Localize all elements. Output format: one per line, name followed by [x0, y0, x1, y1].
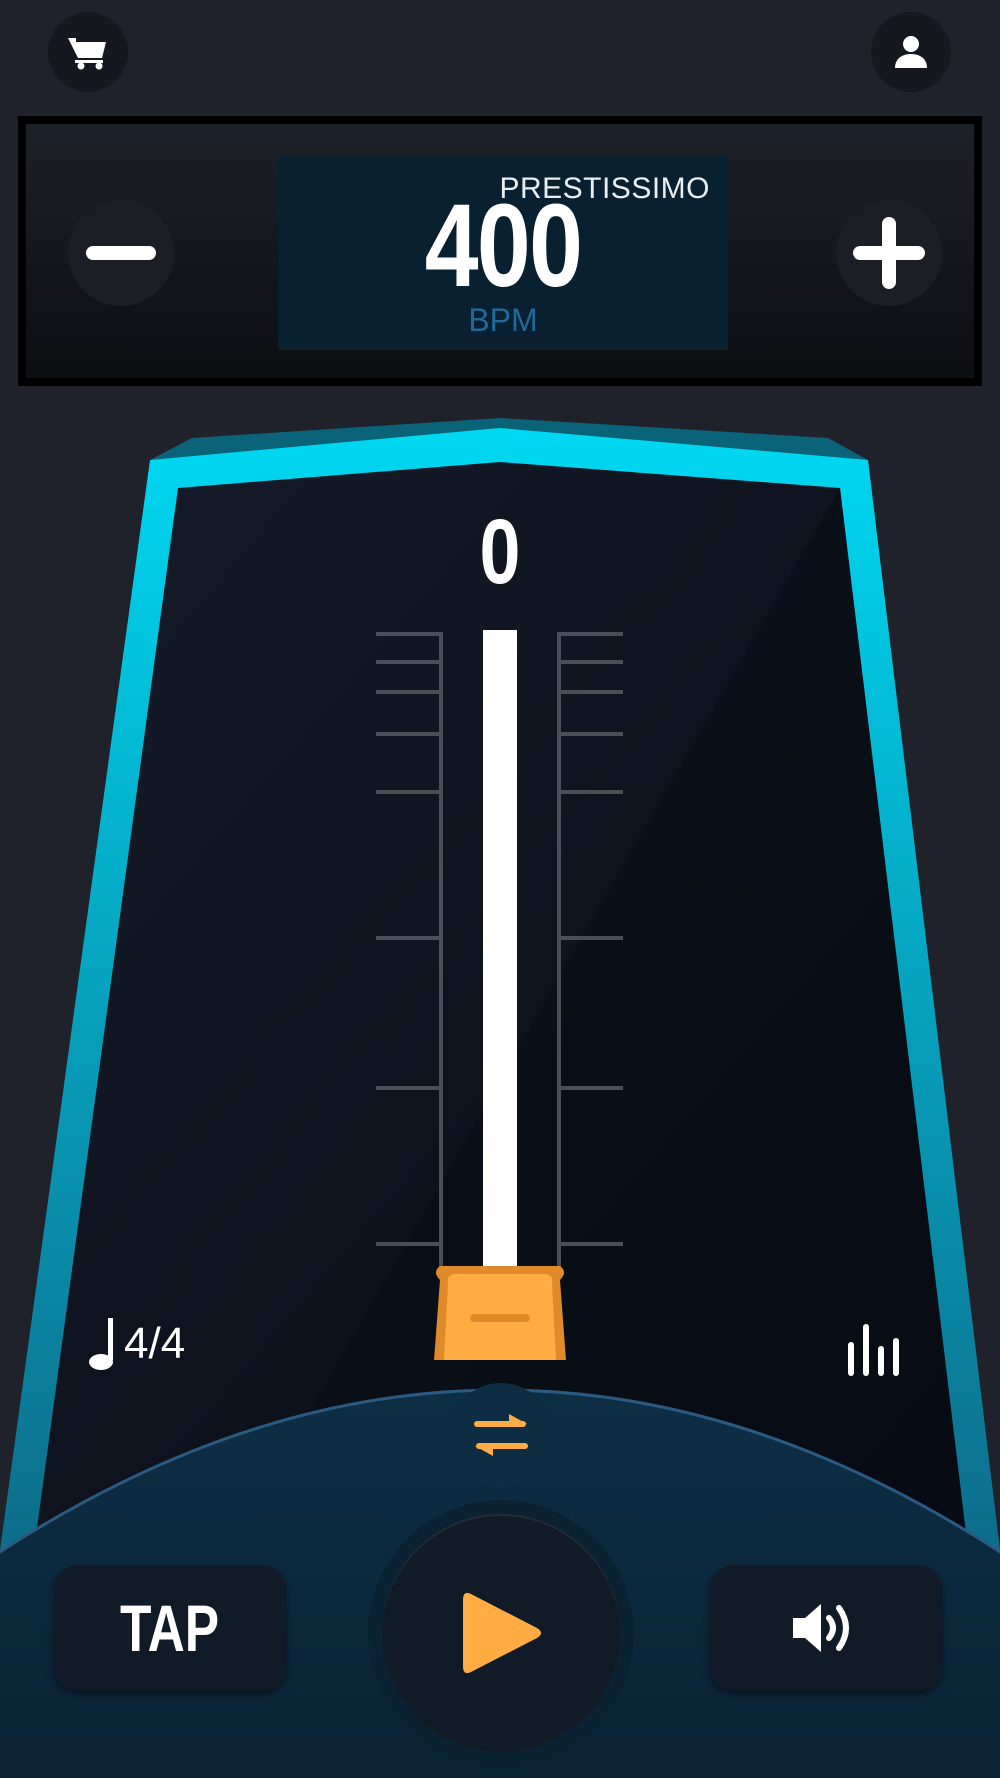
profile-button[interactable] — [871, 12, 951, 92]
user-icon — [895, 36, 927, 68]
sound-button[interactable] — [710, 1566, 942, 1690]
cart-icon — [68, 38, 106, 70]
bpm-label: BPM — [468, 302, 538, 338]
decrease-tempo-button[interactable] — [68, 200, 174, 306]
tempo-display[interactable]: PRESTISSIMO 400 BPM — [278, 156, 728, 350]
speaker-icon — [793, 1604, 849, 1652]
increase-tempo-button[interactable] — [836, 200, 942, 306]
play-button[interactable] — [382, 1514, 620, 1752]
beat-counter: 0 — [479, 501, 521, 603]
play-icon — [463, 1592, 541, 1674]
swap-arrows-icon — [474, 1414, 528, 1456]
tempo-panel: PRESTISSIMO 400 BPM — [18, 116, 982, 386]
pendulum-weight — [434, 1266, 566, 1360]
swap-button[interactable] — [449, 1383, 553, 1487]
cart-button[interactable] — [48, 12, 128, 92]
bpm-value: 400 — [424, 180, 583, 312]
pendulum-rod — [483, 630, 517, 1290]
tap-label: TAP — [120, 1591, 220, 1665]
tap-tempo-button[interactable]: TAP — [54, 1566, 286, 1690]
plus-icon — [853, 217, 925, 289]
minus-icon — [86, 246, 156, 260]
